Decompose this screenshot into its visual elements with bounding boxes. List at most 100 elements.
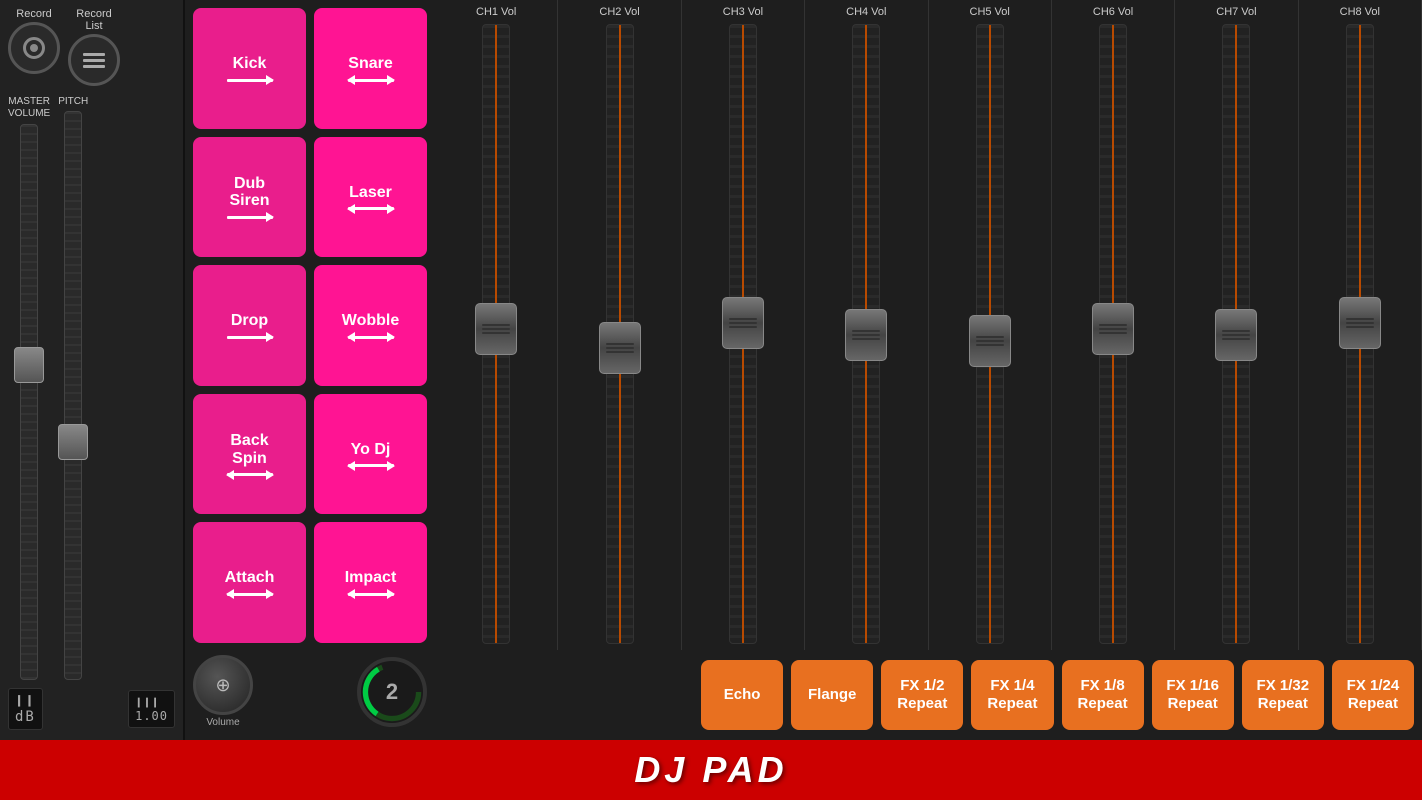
- pad-button-9[interactable]: Impact: [314, 522, 427, 643]
- fader-track-6[interactable]: [1099, 24, 1127, 644]
- fx-button-4[interactable]: FX 1/8 Repeat: [1062, 660, 1144, 730]
- pad-arrow-8: [227, 593, 273, 596]
- fader-thumb-8[interactable]: [1339, 297, 1381, 349]
- pad-grid: Kick Snare Dub SirenLaserDropWobble Back Sp…: [193, 8, 427, 643]
- fader-groove-1-2: [482, 332, 510, 334]
- pitch-thumb[interactable]: [58, 424, 88, 460]
- pad-arrow-0: [227, 79, 273, 82]
- pad-bottom: ⊕ Volume 2: [193, 651, 427, 732]
- channel-strip-4: CH4 Vol: [805, 0, 928, 650]
- fader-track-7[interactable]: [1222, 24, 1250, 644]
- fader-track-5[interactable]: [976, 24, 1004, 644]
- fader-thumb-3[interactable]: [722, 297, 764, 349]
- pad-label-1: Snare: [348, 55, 392, 73]
- pad-button-2[interactable]: Dub Siren: [193, 137, 306, 258]
- pad-button-7[interactable]: Yo Dj: [314, 394, 427, 515]
- fader-groove-3-2: [729, 326, 757, 328]
- fader-groove-2-2: [606, 351, 634, 353]
- pad-button-6[interactable]: Back Spin: [193, 394, 306, 515]
- fx-button-1[interactable]: Flange: [791, 660, 873, 730]
- fx-button-0[interactable]: Echo: [701, 660, 783, 730]
- channel-label-6: CH6 Vol: [1093, 6, 1133, 18]
- fx-button-6[interactable]: FX 1/32 Repeat: [1242, 660, 1324, 730]
- dial-container: 2: [357, 657, 427, 727]
- bpm-bars: ❙❙❙: [135, 695, 160, 709]
- record-button[interactable]: [8, 22, 60, 74]
- pad-arrow-4: [227, 336, 273, 339]
- record-list-label: Record List: [76, 8, 111, 32]
- fader-groove-8-2: [1346, 326, 1374, 328]
- fader-track-1[interactable]: [482, 24, 510, 644]
- fader-groove-7-2: [1222, 338, 1250, 340]
- fader-groove-2-0: [606, 343, 634, 345]
- master-volume-thumb[interactable]: [14, 347, 44, 383]
- dial[interactable]: 2: [357, 657, 427, 727]
- fader-groove-7-1: [1222, 334, 1250, 336]
- fader-track-8[interactable]: [1346, 24, 1374, 644]
- channel-label-4: CH4 Vol: [846, 6, 886, 18]
- volume-knob-icon: ⊕: [215, 675, 230, 696]
- pad-label-7: Yo Dj: [351, 441, 391, 459]
- fader-groove-1-1: [482, 328, 510, 330]
- volume-knob-label: Volume: [206, 717, 239, 728]
- fader-track-3[interactable]: [729, 24, 757, 644]
- record-icon: [23, 37, 45, 59]
- pad-button-1[interactable]: Snare: [314, 8, 427, 129]
- pad-arrow-7: [348, 464, 394, 467]
- fader-thumb-1[interactable]: [475, 303, 517, 355]
- fader-groove-7-0: [1222, 330, 1250, 332]
- right-section: CH1 VolCH2 VolCH3 VolCH4 VolCH5 VolCH6 V…: [435, 0, 1422, 740]
- master-volume-track[interactable]: [20, 124, 38, 680]
- fader-thumb-5[interactable]: [969, 315, 1011, 367]
- record-label: Record: [16, 8, 51, 20]
- pad-label-6: Back Spin: [230, 432, 268, 467]
- record-list-button[interactable]: [68, 34, 120, 86]
- fader-groove-2-1: [606, 347, 634, 349]
- pad-label-0: Kick: [233, 55, 267, 73]
- pitch-col: PITCH: [58, 96, 88, 680]
- channel-strip-3: CH3 Vol: [682, 0, 805, 650]
- footer-logo: DJ PAD: [634, 749, 787, 791]
- volume-knob-container: ⊕ Volume: [193, 655, 253, 728]
- fader-groove-6-0: [1099, 324, 1127, 326]
- fader-track-2[interactable]: [606, 24, 634, 644]
- bottom-left: ❙❙ dB ❙❙❙ 1.00: [8, 686, 175, 732]
- pad-button-0[interactable]: Kick: [193, 8, 306, 129]
- channel-label-7: CH7 Vol: [1216, 6, 1256, 18]
- pitch-track[interactable]: [64, 111, 82, 680]
- db-bars: ❙❙: [15, 693, 36, 709]
- fx-button-3[interactable]: FX 1/4 Repeat: [971, 660, 1053, 730]
- fx-button-2[interactable]: FX 1/2 Repeat: [881, 660, 963, 730]
- fader-groove-3-1: [729, 322, 757, 324]
- fx-button-5[interactable]: FX 1/16 Repeat: [1152, 660, 1234, 730]
- db-label: dB: [15, 709, 36, 725]
- fader-thumb-4[interactable]: [845, 309, 887, 361]
- record-list-section: Record List: [68, 8, 120, 86]
- pad-arrow-5: [348, 336, 394, 339]
- fader-groove-4-1: [852, 334, 880, 336]
- pad-button-8[interactable]: Attach: [193, 522, 306, 643]
- pad-arrow-9: [348, 593, 394, 596]
- record-section: Record: [8, 8, 60, 74]
- left-panel: Record Record List MASTER VOLUME: [0, 0, 185, 740]
- pitch-label: PITCH: [58, 96, 88, 107]
- channel-strip-2: CH2 Vol: [558, 0, 681, 650]
- bpm-value: 1.00: [135, 709, 168, 723]
- pad-button-4[interactable]: Drop: [193, 265, 306, 386]
- fader-thumb-6[interactable]: [1092, 303, 1134, 355]
- pad-arrow-6: [227, 473, 273, 476]
- pad-button-3[interactable]: Laser: [314, 137, 427, 258]
- fader-groove-5-0: [976, 336, 1004, 338]
- fader-groove-4-2: [852, 338, 880, 340]
- channel-label-1: CH1 Vol: [476, 6, 516, 18]
- pad-arrow-1: [348, 79, 394, 82]
- fader-thumb-7[interactable]: [1215, 309, 1257, 361]
- master-volume-col: MASTER VOLUME: [8, 96, 50, 680]
- fx-button-7[interactable]: FX 1/24 Repeat: [1332, 660, 1414, 730]
- top-controls: Record Record List: [8, 8, 175, 86]
- fader-track-4[interactable]: [852, 24, 880, 644]
- pad-button-5[interactable]: Wobble: [314, 265, 427, 386]
- volume-knob[interactable]: ⊕: [193, 655, 253, 715]
- fader-thumb-2[interactable]: [599, 322, 641, 374]
- dial-number: 2: [386, 679, 398, 705]
